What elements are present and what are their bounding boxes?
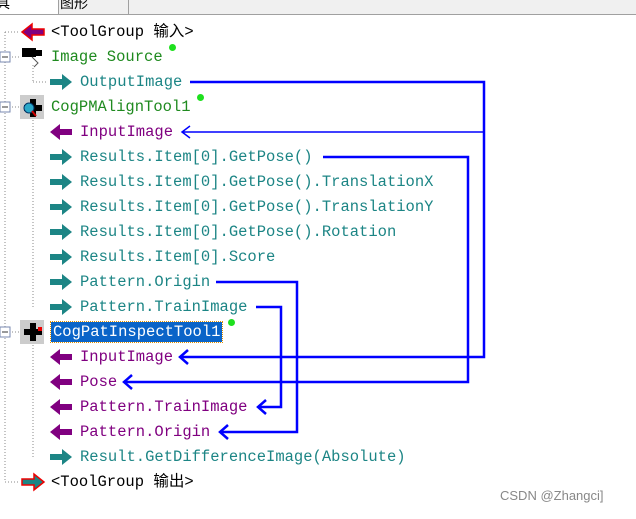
tree-item[interactable]: Results.Item[0].GetPose().TranslationX <box>80 170 433 195</box>
tree-item-label: OutputImage <box>80 73 183 91</box>
tree-item-label: InputImage <box>80 348 174 366</box>
status-dot-icon <box>168 44 176 51</box>
output-arrow-icon <box>21 472 46 492</box>
pmalign-tool-icon <box>20 95 44 119</box>
tree-item[interactable]: Result.GetDifferenceImage(Absolute) <box>80 445 406 470</box>
link-outputimage-to-pmalign-input <box>180 125 484 139</box>
input-arrow-icon <box>20 22 45 42</box>
input-arrow-icon <box>50 349 72 365</box>
tree-item-label: Results.Item[0].GetPose().TranslationX <box>80 173 434 191</box>
output-arrow-icon <box>50 199 72 215</box>
patinspect-tool-icon <box>20 320 44 344</box>
tree-item-label: Result.GetDifferenceImage(Absolute) <box>80 448 406 466</box>
watermark: CSDN @Zhangci] <box>500 488 604 503</box>
camera-icon <box>22 48 42 68</box>
tree-item[interactable]: Pattern.TrainImage <box>80 295 247 320</box>
tree-item[interactable]: Image Source <box>51 44 176 70</box>
tree-item-label: CogPatInspectTool1 <box>49 321 224 343</box>
tree-item-label: <ToolGroup 输入> <box>51 23 194 41</box>
output-arrow-icon <box>50 224 72 240</box>
tree-item-label: Image Source <box>51 48 163 66</box>
tree-item[interactable]: <ToolGroup 输出> <box>51 470 194 495</box>
tree-item-label: Results.Item[0].GetPose().Rotation <box>80 223 397 241</box>
tree-item-label: InputImage <box>80 123 174 141</box>
output-arrow-icon <box>50 274 72 290</box>
status-dot-icon <box>228 319 236 326</box>
tree-item-label: Pattern.Origin <box>80 273 211 291</box>
tree-item-label: Results.Item[0].Score <box>80 248 276 266</box>
input-arrow-icon <box>50 374 72 390</box>
output-arrow-icon <box>50 174 72 190</box>
output-arrow-icon <box>50 74 72 90</box>
tree-item[interactable]: <ToolGroup 输入> <box>51 20 194 45</box>
status-dot-icon <box>196 94 204 101</box>
tree-item[interactable]: Results.Item[0].Score <box>80 245 275 270</box>
tree-item[interactable]: CogPatInspectTool1 <box>49 319 236 345</box>
input-arrow-icon <box>50 124 72 140</box>
output-arrow-icon <box>50 149 72 165</box>
tree-item[interactable]: InputImage <box>80 345 173 370</box>
tree-item[interactable]: Results.Item[0].GetPose().Rotation <box>80 220 396 245</box>
output-arrow-icon <box>50 249 72 265</box>
output-arrow-icon <box>50 449 72 465</box>
tree-item-label: Pattern.TrainImage <box>80 298 248 316</box>
tree-item[interactable]: Results.Item[0].GetPose().TranslationY <box>80 195 433 220</box>
tree-item-label: Pose <box>80 373 118 391</box>
tree-item[interactable]: Pattern.TrainImage <box>80 395 247 420</box>
tree-item[interactable]: InputImage <box>80 120 173 145</box>
input-arrow-icon <box>50 399 72 415</box>
input-arrow-icon <box>50 424 72 440</box>
tree-item-label: Pattern.TrainImage <box>80 398 248 416</box>
tree-item[interactable]: OutputImage <box>80 70 182 95</box>
tree-item-label: <ToolGroup 输出> <box>51 473 194 491</box>
tree-item-label: Results.Item[0].GetPose().TranslationY <box>80 198 434 216</box>
tree-item[interactable]: Pattern.Origin <box>80 420 210 445</box>
tree-item-label: Pattern.Origin <box>80 423 211 441</box>
tree-item-label: Results.Item[0].GetPose() <box>80 148 313 166</box>
tree-item[interactable]: Pattern.Origin <box>80 270 210 295</box>
tree-item[interactable]: CogPMAlignTool1 <box>51 94 204 120</box>
output-arrow-icon <box>50 299 72 315</box>
tree-item-label: CogPMAlignTool1 <box>51 98 191 116</box>
tree-item[interactable]: Results.Item[0].GetPose() <box>80 145 313 170</box>
tree-item[interactable]: Pose <box>80 370 117 395</box>
